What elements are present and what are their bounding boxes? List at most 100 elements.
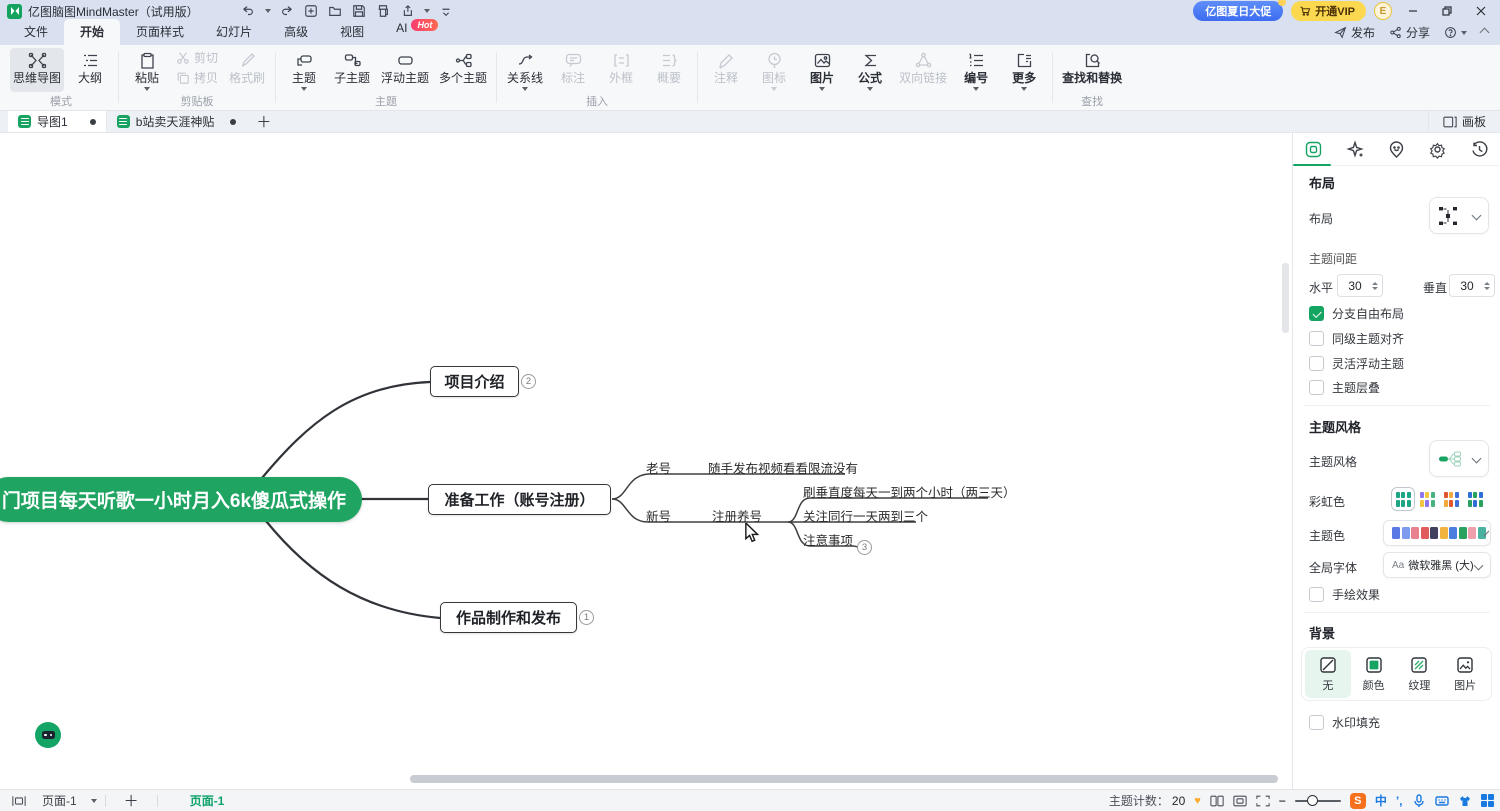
branch-node-intro[interactable]: 项目介绍 [430,366,519,397]
tab-history-panel[interactable] [1459,140,1500,159]
presentation-icon[interactable] [12,795,26,807]
rainbow-option-mono[interactable] [1393,489,1413,509]
insert-icon-button[interactable]: 图标 [752,48,796,92]
bg-option-none[interactable]: 无 [1305,650,1351,698]
doc-tab-map1[interactable]: 导图1 [8,111,107,132]
publish-button[interactable]: 发布 [1334,24,1375,41]
bg-option-color[interactable]: 颜色 [1351,650,1397,698]
checkbox-flexible-floating[interactable]: 灵活浮动主题 [1309,355,1404,372]
checkbox-topic-overlap[interactable]: 主题层叠 [1309,379,1380,396]
horizontal-spacing-stepper[interactable]: 30 [1337,274,1383,297]
new-document-icon[interactable] [304,4,319,19]
add-page-button[interactable]: ＋ [114,790,149,811]
doc-tab-bilibili[interactable]: b站卖天涯神贴 [107,111,247,132]
tab-file[interactable]: 文件 [8,19,64,45]
bg-option-texture[interactable]: 纹理 [1397,650,1443,698]
relationship-line-button[interactable]: 关系线 [503,48,547,92]
formula-button[interactable]: 公式 [848,48,892,92]
vip-upgrade-button[interactable]: 开通VIP [1291,1,1366,21]
tab-theme-panel[interactable] [1417,140,1458,159]
branch-node-prep[interactable]: 准备工作（账号注册） [428,484,611,515]
rainbow-option-warm[interactable] [1441,489,1461,509]
summary-button[interactable]: 概要 [647,48,691,92]
tab-slides[interactable]: 幻灯片 [200,19,268,45]
format-painter-button[interactable]: 格式刷 [225,48,269,92]
horizontal-scrollbar[interactable] [410,775,1278,783]
mindmap-canvas[interactable]: 门项目每天听歌一小时月入6k傻瓜式操作 项目介绍 2 准备工作（账号注册） 老号… [0,133,1292,790]
ai-assistant-button[interactable] [35,722,61,748]
vertical-spacing-stepper[interactable]: 30 [1449,274,1495,297]
comment-button[interactable]: 注释 [704,48,748,92]
vertical-scrollbar[interactable] [1282,263,1289,333]
split-view-icon[interactable] [1210,795,1224,807]
floating-topic-button[interactable]: 浮动主题 [378,48,432,92]
global-font-dropdown[interactable]: Aa 微软雅黑 (大) [1383,552,1491,578]
find-replace-button[interactable]: 查找和替换 [1059,48,1125,92]
central-topic-node[interactable]: 门项目每天听歌一小时月入6k傻瓜式操作 [0,477,362,522]
paste-button[interactable]: 粘贴 [125,48,169,92]
new-doc-tab-button[interactable]: ＋ [246,111,281,132]
tab-page-style[interactable]: 页面样式 [120,19,200,45]
ime-punctuation-icon[interactable]: ’, [1396,794,1403,808]
tab-view[interactable]: 视图 [324,19,380,45]
more-button[interactable]: 更多 [1002,48,1046,92]
subtopic-button[interactable]: 子主题 [330,48,374,92]
checkbox-free-branch-layout[interactable]: 分支自由布局 [1309,305,1404,322]
close-button[interactable] [1468,1,1494,21]
outline-mode-button[interactable]: 大纲 [68,48,112,92]
bg-option-image[interactable]: 图片 [1442,650,1488,698]
minimize-button[interactable] [1400,1,1426,21]
open-file-icon[interactable] [328,4,343,19]
boundary-button[interactable]: 外框 [599,48,643,92]
restore-button[interactable] [1434,1,1460,21]
ime-skin-icon[interactable] [1458,794,1472,808]
node-sub2[interactable]: 关注同行一天两到三个 [803,506,928,525]
tab-ai[interactable]: AI Hot [380,13,444,45]
undo-icon[interactable] [241,4,256,19]
fit-window-icon[interactable] [1233,795,1247,807]
canvas-board-button[interactable]: 画板 [1428,111,1500,132]
ime-chinese-mode-icon[interactable]: 中 [1375,792,1387,809]
tab-advanced[interactable]: 高级 [268,19,324,45]
numbering-button[interactable]: 编号 [954,48,998,92]
node-sub3[interactable]: 注意事项 [803,530,853,549]
zoom-out-button[interactable]: − [1279,794,1286,808]
page-selector[interactable]: 页面-1 [42,792,97,809]
save-icon[interactable] [352,4,367,19]
copy-button[interactable]: 拷贝 [173,70,221,86]
collapse-badge-1[interactable]: 1 [579,610,594,625]
fullscreen-icon[interactable] [1256,795,1270,807]
ime-keyboard-icon[interactable] [1435,794,1449,808]
zoom-slider-knob[interactable] [1307,795,1318,806]
checkbox-sibling-align[interactable]: 同级主题对齐 [1309,330,1404,347]
node-old-account[interactable]: 老号 [646,458,671,477]
multi-topic-button[interactable]: 多个主题 [436,48,490,92]
theme-color-dropdown[interactable] [1383,520,1491,546]
collapse-badge-2[interactable]: 2 [521,374,536,389]
sogou-ime-icon[interactable]: S [1350,793,1366,809]
layout-dropdown[interactable] [1429,197,1489,234]
tab-ai-beautify-panel[interactable] [1334,140,1375,159]
bidirectional-link-button[interactable]: 双向链接 [896,48,950,92]
redo-icon[interactable] [280,4,295,19]
help-button[interactable] [1444,26,1467,39]
mindmap-mode-button[interactable]: 思维导图 [10,48,64,92]
tab-layout-panel[interactable] [1293,140,1334,159]
topic-button[interactable]: 主题 [282,48,326,92]
tab-home[interactable]: 开始 [64,19,120,45]
tab-sticker-panel[interactable] [1376,140,1417,159]
zoom-slider[interactable] [1295,800,1341,802]
node-old-account-note[interactable]: 随手发布视频看看限流没有 [708,458,858,477]
node-new-account[interactable]: 新号 [646,506,671,525]
summer-promo-badge[interactable]: 亿图夏日大促 [1193,1,1283,21]
ime-toolbox-icon[interactable] [1481,794,1495,808]
branch-node-publish[interactable]: 作品制作和发布 [440,602,577,633]
collapse-ribbon-icon[interactable] [1480,28,1490,38]
picture-button[interactable]: 图片 [800,48,844,92]
undo-dropdown-icon[interactable] [265,9,271,13]
page-tab-active[interactable]: 页面-1 [190,792,225,809]
theme-style-dropdown[interactable] [1429,440,1489,477]
cut-button[interactable]: 剪切 [173,50,221,66]
ime-mic-icon[interactable] [1412,794,1426,808]
callout-button[interactable]: 标注 [551,48,595,92]
